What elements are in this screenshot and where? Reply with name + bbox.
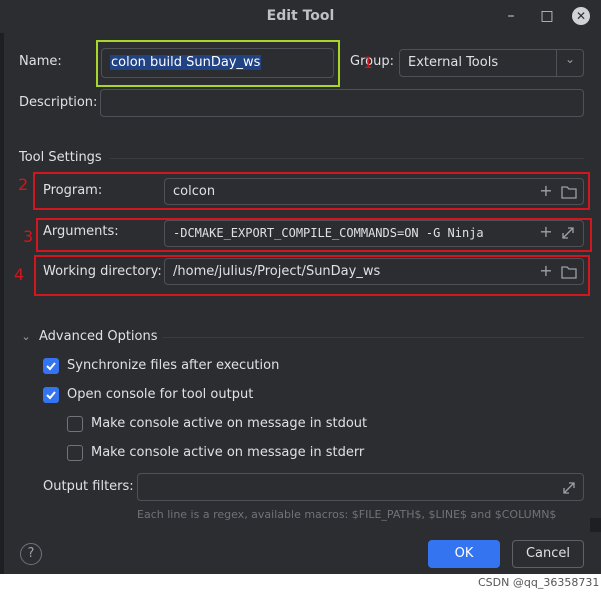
advanced-options-separator (162, 337, 584, 338)
annotation-4: 4 (14, 265, 25, 284)
minimize-icon[interactable]: – (496, 0, 526, 33)
program-label: Program: (43, 183, 103, 198)
advanced-options-header[interactable]: Advanced Options (39, 329, 158, 344)
annotation-3: 3 (23, 227, 34, 246)
group-value: External Tools (408, 55, 499, 70)
description-input[interactable] (100, 89, 584, 117)
workdir-input[interactable]: /home/julius/Project/SunDay_ws (164, 258, 584, 285)
arguments-value: -DCMAKE_EXPORT_COMPILE_COMMANDS=ON -G Ni… (173, 226, 484, 240)
console-label[interactable]: Open console for tool output (67, 387, 253, 402)
workdir-value: /home/julius/Project/SunDay_ws (173, 264, 381, 279)
window-edge (590, 518, 601, 532)
console-checkbox[interactable] (43, 387, 59, 403)
workdir-label: Working directory: (43, 264, 162, 279)
name-label: Name: (19, 54, 62, 69)
stdout-checkbox[interactable] (67, 416, 83, 432)
description-label: Description: (19, 95, 98, 110)
maximize-icon[interactable]: □ (532, 0, 562, 33)
plus-icon[interactable]: + (537, 261, 555, 280)
plus-icon[interactable]: + (537, 181, 555, 200)
program-input[interactable]: colcon (164, 178, 584, 205)
tool-settings-separator (110, 158, 584, 159)
folder-icon[interactable] (561, 184, 577, 203)
chevron-down-icon[interactable]: ⌄ (19, 330, 33, 343)
annotation-2: 2 (18, 175, 29, 194)
check-icon (46, 362, 56, 371)
group-select-divider (556, 50, 557, 76)
sync-label[interactable]: Synchronize files after execution (67, 358, 279, 373)
stderr-checkbox[interactable] (67, 445, 83, 461)
chevron-down-icon[interactable]: ⌄ (558, 52, 582, 66)
arguments-input[interactable]: -DCMAKE_EXPORT_COMPILE_COMMANDS=ON -G Ni… (164, 220, 584, 247)
close-button[interactable]: ✕ (566, 0, 596, 33)
cancel-button[interactable]: Cancel (512, 540, 584, 568)
check-icon (46, 391, 56, 400)
folder-icon[interactable] (561, 264, 577, 283)
ok-button[interactable]: OK (428, 540, 500, 568)
arguments-label: Arguments: (43, 224, 119, 239)
annotation-1: 1 (363, 53, 374, 72)
name-value: colon build SunDay_ws (110, 55, 262, 70)
expand-icon[interactable] (561, 225, 575, 244)
window-edge (0, 33, 4, 593)
csdn-watermark: CSDN @qq_36358731 (478, 576, 600, 589)
tool-settings-header: Tool Settings (19, 150, 102, 165)
output-filters-label: Output filters: (43, 479, 134, 494)
close-icon: ✕ (572, 7, 590, 25)
stdout-label[interactable]: Make console active on message in stdout (91, 416, 367, 431)
program-value: colcon (173, 184, 216, 199)
plus-icon[interactable]: + (537, 222, 555, 241)
output-filters-hint: Each line is a regex, available macros: … (137, 508, 557, 521)
sync-checkbox[interactable] (43, 358, 59, 374)
help-button[interactable]: ? (20, 543, 42, 565)
expand-icon[interactable] (562, 480, 576, 499)
name-input[interactable]: colon build SunDay_ws (101, 48, 334, 78)
stderr-label[interactable]: Make console active on message in stderr (91, 445, 364, 460)
output-filters-input[interactable] (137, 473, 584, 501)
